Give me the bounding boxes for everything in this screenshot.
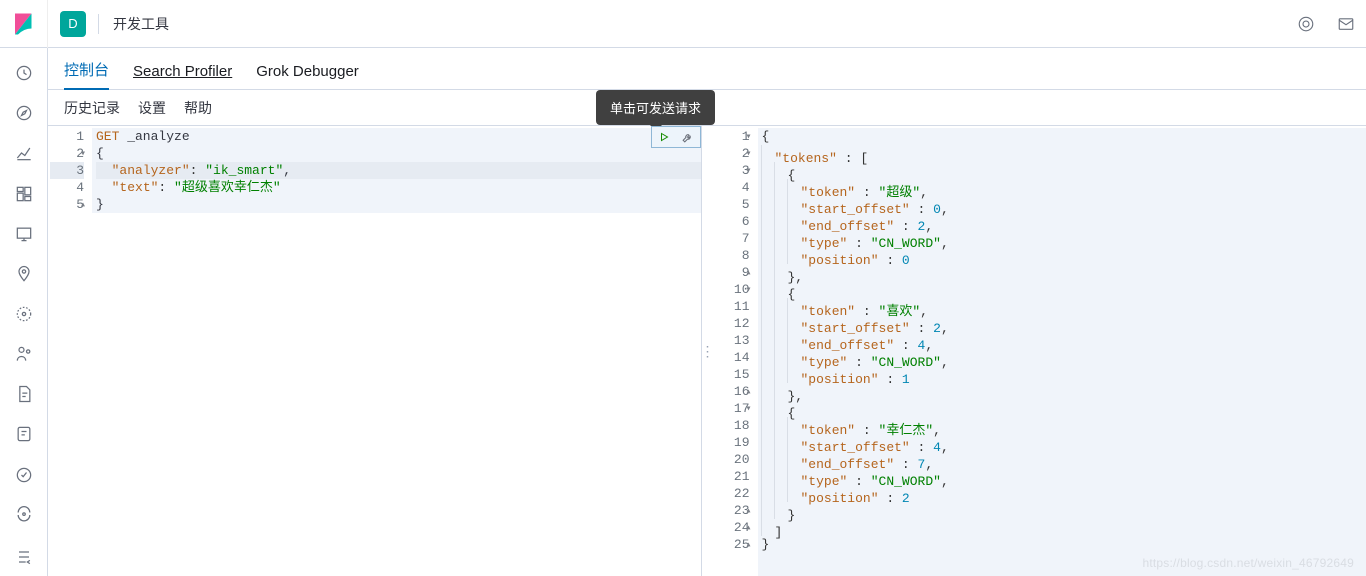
wrench-icon[interactable] <box>676 127 700 147</box>
separator <box>98 14 99 34</box>
uptime-icon[interactable] <box>0 456 48 494</box>
tab-grok-debugger[interactable]: Grok Debugger <box>256 53 359 89</box>
help-icon[interactable] <box>1286 0 1326 48</box>
response-viewer[interactable]: 1▾2▾3▾456789▴10▾111213141516▴17▾18192021… <box>714 126 1366 576</box>
request-editor[interactable]: 12▾345▴ GET _analyze{ "analyzer": "ik_sm… <box>48 126 702 576</box>
siem-icon[interactable] <box>0 496 48 534</box>
mail-icon[interactable] <box>1326 0 1366 48</box>
tab-search-profiler[interactable]: Search Profiler <box>133 53 232 89</box>
metrics-icon[interactable] <box>0 335 48 373</box>
side-nav <box>0 48 48 576</box>
kibana-logo[interactable] <box>0 0 48 48</box>
request-actions <box>651 126 701 148</box>
help-link[interactable]: 帮助 <box>184 98 212 118</box>
canvas-icon[interactable] <box>0 215 48 253</box>
tab-console[interactable]: 控制台 <box>64 49 109 90</box>
logs-icon[interactable] <box>0 375 48 413</box>
history-link[interactable]: 历史记录 <box>64 98 120 118</box>
apm-icon[interactable] <box>0 415 48 453</box>
topbar: D 开发工具 <box>0 0 1366 48</box>
send-request-tooltip: 单击可发送请求 <box>596 90 715 125</box>
maps-icon[interactable] <box>0 255 48 293</box>
devtools-tabs: 控制台 Search Profiler Grok Debugger <box>48 48 1366 90</box>
visualize-icon[interactable] <box>0 134 48 172</box>
ml-icon[interactable] <box>0 295 48 333</box>
collapse-icon[interactable] <box>0 538 48 576</box>
space-badge[interactable]: D <box>60 11 86 37</box>
clock-icon[interactable] <box>0 54 48 92</box>
settings-link[interactable]: 设置 <box>138 98 166 118</box>
pane-resize-handle[interactable]: ⋮ <box>702 126 714 576</box>
watermark: https://blog.csdn.net/weixin_46792649 <box>1142 556 1354 570</box>
dashboard-icon[interactable] <box>0 174 48 212</box>
send-request-button[interactable] <box>652 127 676 147</box>
compass-icon[interactable] <box>0 94 48 132</box>
page-title: 开发工具 <box>113 14 169 34</box>
